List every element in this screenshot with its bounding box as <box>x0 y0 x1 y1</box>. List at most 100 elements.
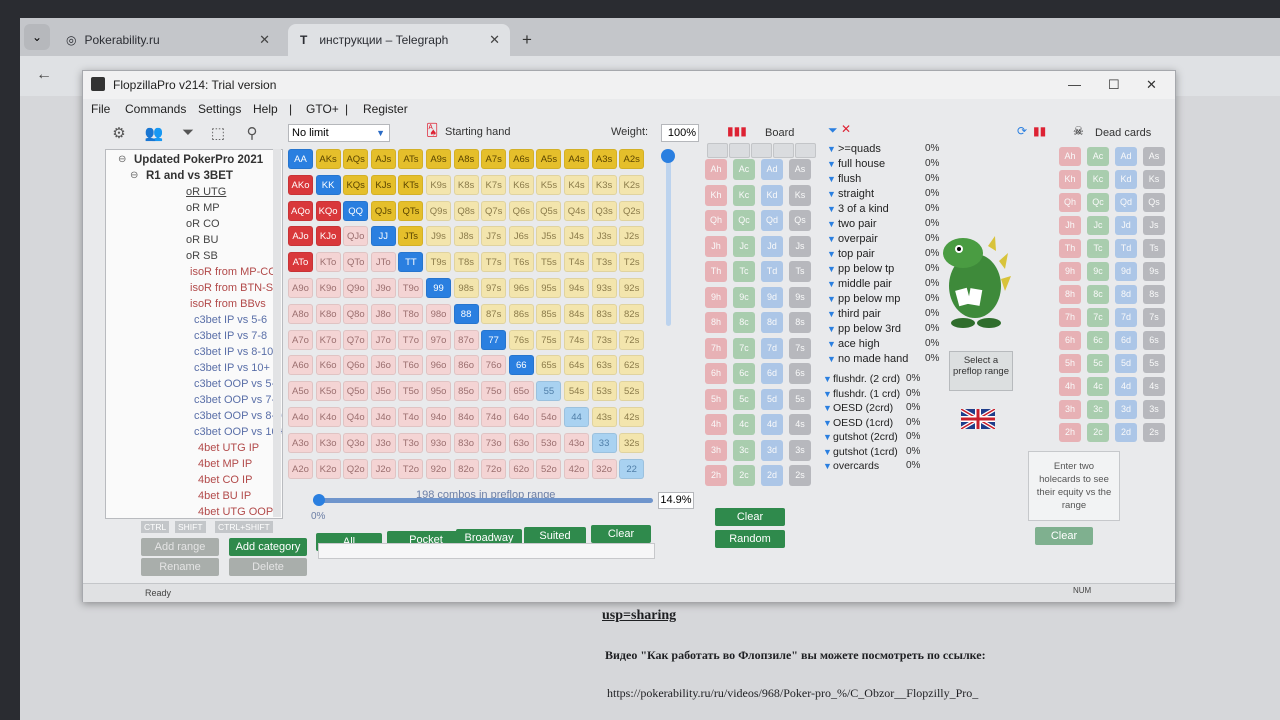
filter-funnel-icon[interactable]: ▼ <box>823 389 832 399</box>
board-random-button[interactable]: Random <box>715 530 785 548</box>
hand-cell-A8o[interactable]: A8o <box>288 303 313 324</box>
hand-cell-42s[interactable]: 42s <box>619 407 645 427</box>
hand-cell-ATs[interactable]: ATs <box>398 149 424 169</box>
tab-list-button[interactable]: ⌄ <box>24 24 50 50</box>
board-clear-button[interactable]: Clear <box>715 508 785 526</box>
dead-card-Qc[interactable]: Qc <box>1087 193 1109 212</box>
board-card-As[interactable]: As <box>789 159 811 180</box>
dead-card-4h[interactable]: 4h <box>1059 377 1081 396</box>
hand-cell-Q2s[interactable]: Q2s <box>619 200 645 221</box>
board-slot[interactable] <box>795 143 816 158</box>
menu-commands[interactable]: Commands <box>125 102 186 116</box>
hand-cell-44[interactable]: 44 <box>564 407 589 427</box>
dead-card-Kh[interactable]: Kh <box>1059 170 1081 189</box>
hand-cell-92o[interactable]: 92o <box>426 458 451 479</box>
filter-funnel-icon[interactable]: ▼ <box>827 189 836 199</box>
hand-cell-54s[interactable]: 54s <box>564 381 589 402</box>
board-card-5c[interactable]: 5c <box>733 388 755 410</box>
hand-cell-K9s[interactable]: K9s <box>426 174 451 195</box>
filter-funnel-icon[interactable]: ▼ <box>823 461 832 471</box>
hand-cell-T6o[interactable]: T6o <box>398 355 424 376</box>
tab-telegraph[interactable]: T инструкции – Telegraph ✕ <box>288 24 510 56</box>
refresh-icon[interactable]: ⟳ <box>1017 124 1027 138</box>
close-button[interactable]: ✕ <box>1146 77 1157 93</box>
hand-cell-86o[interactable]: 86o <box>453 355 479 376</box>
menu-settings[interactable]: Settings <box>198 102 241 116</box>
hand-cell-96o[interactable]: 96o <box>426 355 451 376</box>
hand-cell-42o[interactable]: 42o <box>564 458 589 479</box>
uk-flag-icon[interactable] <box>959 407 997 431</box>
filter-gutshot-2crd-[interactable]: gutshot (2crd) <box>833 431 898 443</box>
hand-cell-JJ[interactable]: JJ <box>370 226 396 247</box>
filter-oesd-1crd-[interactable]: OESD (1crd) <box>833 417 893 429</box>
dead-card-7s[interactable]: 7s <box>1143 308 1165 327</box>
hand-cell-J8o[interactable]: J8o <box>370 303 396 324</box>
filter-overcards[interactable]: overcards <box>833 460 879 472</box>
board-card-Qc[interactable]: Qc <box>733 210 755 231</box>
filter-funnel-icon[interactable]: ▼ <box>827 174 836 184</box>
hand-cell-AKo[interactable]: AKo <box>288 174 313 195</box>
dead-card-Jc[interactable]: Jc <box>1087 216 1109 235</box>
search-icon[interactable]: ⚲ <box>241 124 263 144</box>
tree-item[interactable]: oR SB <box>186 250 218 262</box>
dead-card-8s[interactable]: 8s <box>1143 285 1165 304</box>
dead-card-3c[interactable]: 3c <box>1087 400 1109 419</box>
left-button-add-category[interactable]: Add category <box>229 538 307 556</box>
board-card-Qd[interactable]: Qd <box>761 210 783 231</box>
dead-card-2d[interactable]: 2d <box>1115 423 1137 442</box>
hand-cell-T4o[interactable]: T4o <box>398 407 424 427</box>
dead-card-Ts[interactable]: Ts <box>1143 239 1165 258</box>
hand-cell-J3o[interactable]: J3o <box>370 432 396 453</box>
tree-item[interactable]: 4bet CO IP <box>198 474 252 486</box>
board-card-9d[interactable]: 9d <box>761 286 783 308</box>
hand-cell-K8o[interactable]: K8o <box>315 303 341 324</box>
board-card-2s[interactable]: 2s <box>789 465 811 486</box>
game-type-select[interactable]: No limit ▼ <box>288 124 390 142</box>
board-card-9c[interactable]: 9c <box>733 286 755 308</box>
filter-gutshot-1crd-[interactable]: gutshot (1crd) <box>833 446 898 458</box>
tree-item[interactable]: oR BU <box>186 234 218 246</box>
tab-pokerability[interactable]: ◎ Pokerability.ru ✕ <box>58 24 280 56</box>
filter-funnel-icon[interactable]: ▼ <box>823 403 832 413</box>
board-card-Jc[interactable]: Jc <box>733 235 755 257</box>
hand-cell-T3s[interactable]: T3s <box>591 252 617 273</box>
hand-cell-43o[interactable]: 43o <box>564 432 589 453</box>
filter-funnel-icon[interactable]: ▼ <box>827 264 836 274</box>
hand-cell-KJs[interactable]: KJs <box>370 174 396 195</box>
board-card-6c[interactable]: 6c <box>733 363 755 384</box>
filter-funnel-icon[interactable]: ⏷ <box>828 123 838 138</box>
hand-cell-84o[interactable]: 84o <box>453 407 479 427</box>
hand-cell-62o[interactable]: 62o <box>508 458 534 479</box>
board-card-3h[interactable]: 3h <box>705 439 727 461</box>
hand-cell-66[interactable]: 66 <box>508 355 534 376</box>
hand-cell-K3o[interactable]: K3o <box>315 432 341 453</box>
hand-cell-Q9s[interactable]: Q9s <box>426 200 451 221</box>
hand-cell-K6o[interactable]: K6o <box>315 355 341 376</box>
hand-cell-AA[interactable]: AA <box>288 149 313 169</box>
hand-cell-75s[interactable]: 75s <box>536 329 562 350</box>
hand-cell-98s[interactable]: 98s <box>453 278 479 298</box>
hand-cell-T9o[interactable]: T9o <box>398 278 424 298</box>
dead-card-6c[interactable]: 6c <box>1087 331 1109 350</box>
hand-cell-52s[interactable]: 52s <box>619 381 645 402</box>
hand-cell-J8s[interactable]: J8s <box>453 226 479 247</box>
hand-cell-A9o[interactable]: A9o <box>288 278 313 298</box>
hand-cell-A5s[interactable]: A5s <box>536 149 562 169</box>
filter-flushdr-1-crd-[interactable]: flushdr. (1 crd) <box>833 388 900 400</box>
hand-cell-Q7s[interactable]: Q7s <box>481 200 507 221</box>
hand-cell-93o[interactable]: 93o <box>426 432 451 453</box>
dead-card-2c[interactable]: 2c <box>1087 423 1109 442</box>
hand-cell-AQo[interactable]: AQo <box>288 200 313 221</box>
dead-card-Td[interactable]: Td <box>1115 239 1137 258</box>
hand-cell-J5o[interactable]: J5o <box>370 381 396 402</box>
hand-cell-33[interactable]: 33 <box>591 432 617 453</box>
hand-cell-65s[interactable]: 65s <box>536 355 562 376</box>
hand-cell-63s[interactable]: 63s <box>591 355 617 376</box>
filter--quads[interactable]: >=quads <box>838 143 881 155</box>
dead-card-8h[interactable]: 8h <box>1059 285 1081 304</box>
hand-cell-J2o[interactable]: J2o <box>370 458 396 479</box>
hand-cell-62s[interactable]: 62s <box>619 355 645 376</box>
filter-funnel-icon[interactable]: ▼ <box>827 279 836 289</box>
hand-cell-K4s[interactable]: K4s <box>564 174 589 195</box>
dead-card-5c[interactable]: 5c <box>1087 354 1109 373</box>
